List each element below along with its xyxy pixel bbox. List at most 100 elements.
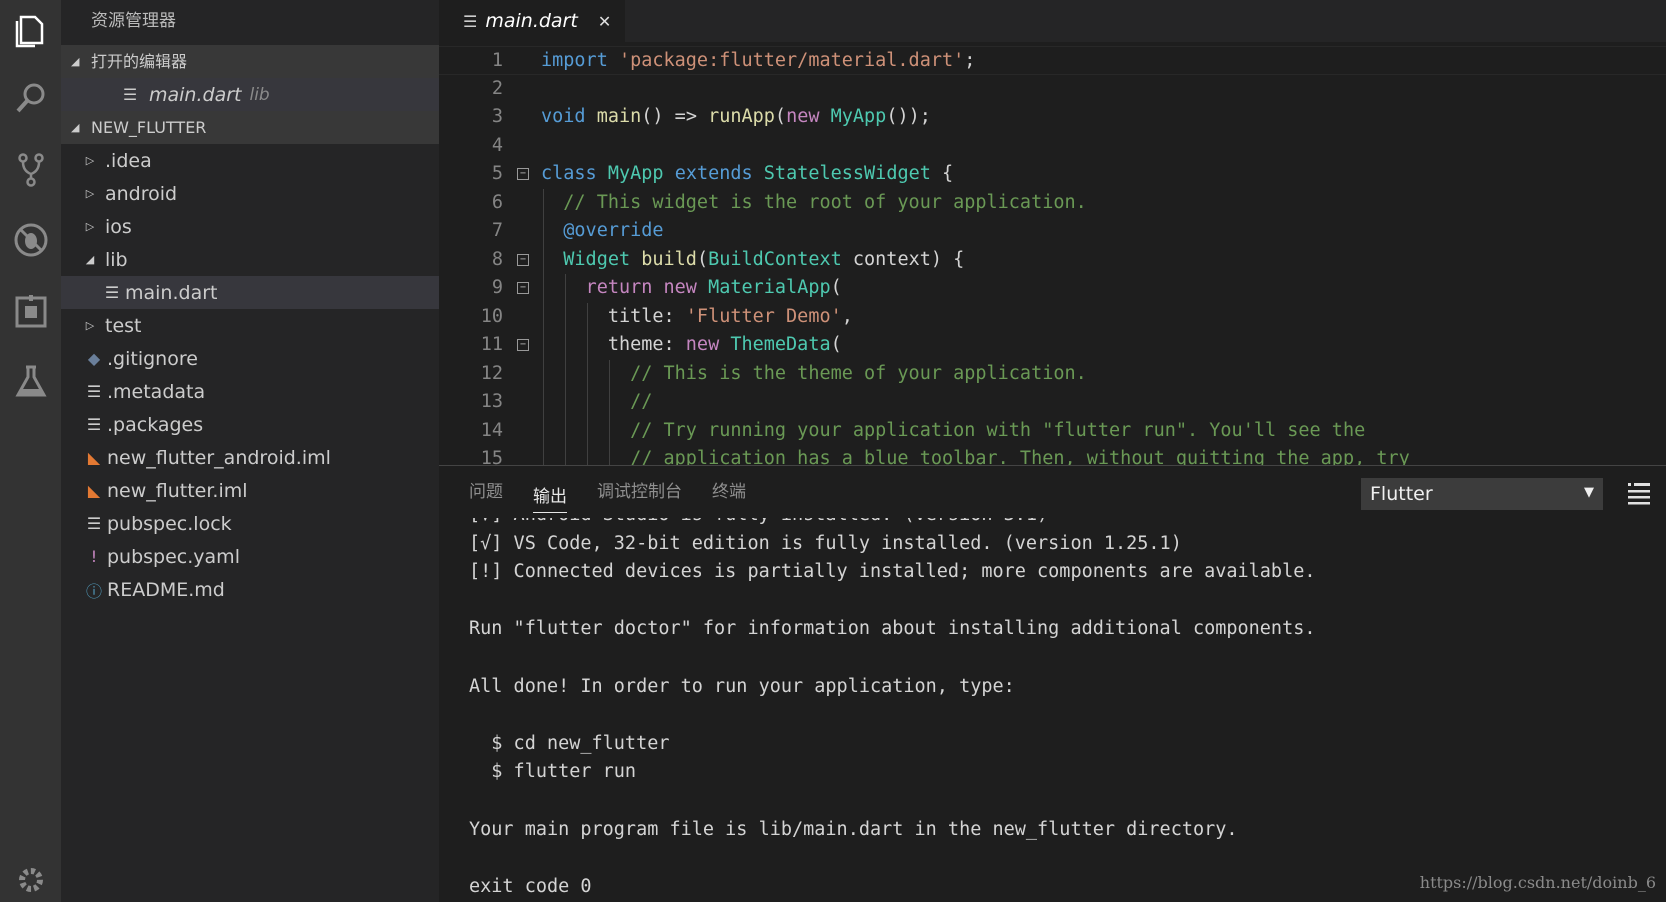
code-line: 4 <box>439 132 1666 161</box>
code-token: Widget <box>563 248 631 270</box>
editor-group: ☰ main.dart ✕ 1 import 'package:flutter/m… <box>439 0 1666 465</box>
output-line: $ cd new_flutter <box>469 732 670 754</box>
tree-item[interactable]: ▷ android <box>61 177 439 210</box>
open-editor-item[interactable]: ☰ main.dart lib <box>61 78 439 111</box>
search-icon[interactable] <box>0 68 61 128</box>
source-control-icon[interactable] <box>0 140 61 200</box>
tree-item[interactable]: ☰ pubspec.lock <box>61 507 439 540</box>
open-editor-name: main.dart <box>149 83 242 106</box>
code-token: () => <box>641 106 709 127</box>
chevron-down-icon: ◢ <box>71 121 80 134</box>
chevron-right-icon: ▷ <box>85 220 95 233</box>
code-token: new <box>786 106 820 127</box>
chevron-right-icon: ▷ <box>85 319 95 332</box>
project-label: NEW_FLUTTER <box>91 118 207 137</box>
tab-debug-console[interactable]: 调试控制台 <box>597 466 682 518</box>
line-number: 10 <box>480 305 503 327</box>
code-token: // <box>630 391 653 412</box>
list-menu-icon[interactable] <box>1626 480 1652 506</box>
code-text: class MyApp extends StatelessWidget { <box>541 160 953 189</box>
tab-problems[interactable]: 问题 <box>469 466 503 518</box>
line-number: 6 <box>491 191 503 213</box>
code-editor[interactable]: 1 import 'package:flutter/material.dart';… <box>439 46 1666 465</box>
code-text: // This is the theme of your application… <box>541 360 1087 389</box>
tree-item[interactable]: ◢ lib <box>61 243 439 276</box>
panel-tab-bar: 问题 输出 调试控制台 终端 Flutter ▼ <box>439 466 1666 518</box>
code-line: 1 import 'package:flutter/material.dart'; <box>439 46 1666 75</box>
line-number: 8 <box>491 248 503 270</box>
code-line: 10 title: 'Flutter Demo', <box>439 302 1666 331</box>
tree-item[interactable]: ◣ new_flutter_android.iml <box>61 441 439 474</box>
tree-item[interactable]: ☰ .packages <box>61 408 439 441</box>
code-token: main <box>596 106 642 127</box>
project-header[interactable]: ◢ NEW_FLUTTER <box>61 111 439 144</box>
tree-item-label: main.dart <box>125 281 218 304</box>
line-number: 7 <box>491 220 503 241</box>
sidebar-title: 资源管理器 <box>91 11 176 31</box>
close-icon[interactable]: ✕ <box>598 12 611 31</box>
files-icon[interactable] <box>0 0 61 60</box>
code-token: // This widget is the root of your appli… <box>563 191 1087 213</box>
output-line: [√] Android Studio is fully installed. (… <box>469 518 1666 530</box>
code-token: 'package:flutter/material.dart' <box>618 50 965 71</box>
code-text: return new MaterialApp( <box>541 274 842 303</box>
code-token: context) { <box>841 248 965 270</box>
tree-item[interactable]: ◆ .gitignore <box>61 342 439 375</box>
tree-item[interactable]: ⓘ README.md <box>61 573 439 606</box>
gear-icon[interactable] <box>0 850 61 902</box>
tab-terminal[interactable]: 终端 <box>712 466 746 518</box>
tab-main-dart[interactable]: ☰ main.dart ✕ <box>439 0 626 42</box>
code-token: ThemeData <box>730 334 831 355</box>
line-number: 15 <box>480 448 503 465</box>
open-editors-header[interactable]: ◢ 打开的编辑器 <box>61 45 439 78</box>
tree-item[interactable]: ☰ main.dart <box>61 276 439 309</box>
code-line: 9 − return new MaterialApp( <box>439 274 1666 303</box>
tree-item[interactable]: ! pubspec.yaml <box>61 540 439 573</box>
code-token: class <box>541 163 597 184</box>
file-lines-icon: ☰ <box>86 415 102 434</box>
fold-icon[interactable]: − <box>517 168 529 180</box>
line-number: 13 <box>480 391 503 412</box>
fold-icon[interactable]: − <box>517 253 529 266</box>
code-token: ( <box>774 106 787 127</box>
code-token: build <box>641 248 697 270</box>
debug-icon[interactable] <box>0 210 61 270</box>
tree-item-label: new_flutter.iml <box>107 479 248 502</box>
tab-output[interactable]: 输出 <box>533 471 567 513</box>
tree-item[interactable]: ▷ test <box>61 309 439 342</box>
open-editors-label: 打开的编辑器 <box>91 52 188 71</box>
tree-item[interactable]: ▷ .idea <box>61 144 439 177</box>
tree-item[interactable]: ▷ ios <box>61 210 439 243</box>
tree-item-label: new_flutter_android.iml <box>107 446 331 469</box>
file-tree: ▷ .idea ▷ android ▷ ios ◢ lib ☰ main.dart ▷ test ◆ .g… <box>61 144 439 606</box>
output-channel-select[interactable]: Flutter ▼ <box>1361 478 1603 510</box>
tree-item[interactable]: ◣ new_flutter.iml <box>61 474 439 507</box>
code-token: MyApp <box>830 106 887 127</box>
tree-item-label: .metadata <box>107 380 206 403</box>
fold-icon[interactable]: − <box>517 282 529 294</box>
code-line: 6 // This widget is the root of your app… <box>439 188 1666 217</box>
output-line: Your main program file is lib/main.dart … <box>469 818 1238 840</box>
code-text: theme: new ThemeData( <box>541 331 842 360</box>
code-token: // This is the theme of your application… <box>630 362 1087 384</box>
flask-icon[interactable] <box>0 352 61 412</box>
output-log[interactable]: [√] Android Studio is fully installed. (… <box>469 518 1666 902</box>
fold-icon[interactable]: − <box>517 339 529 351</box>
code-text: // <box>541 388 652 417</box>
extensions-icon[interactable] <box>0 282 61 342</box>
rss-icon: ◣ <box>87 481 101 500</box>
code-token: theme: <box>541 334 686 355</box>
tree-item[interactable]: ☰ .metadata <box>61 375 439 408</box>
